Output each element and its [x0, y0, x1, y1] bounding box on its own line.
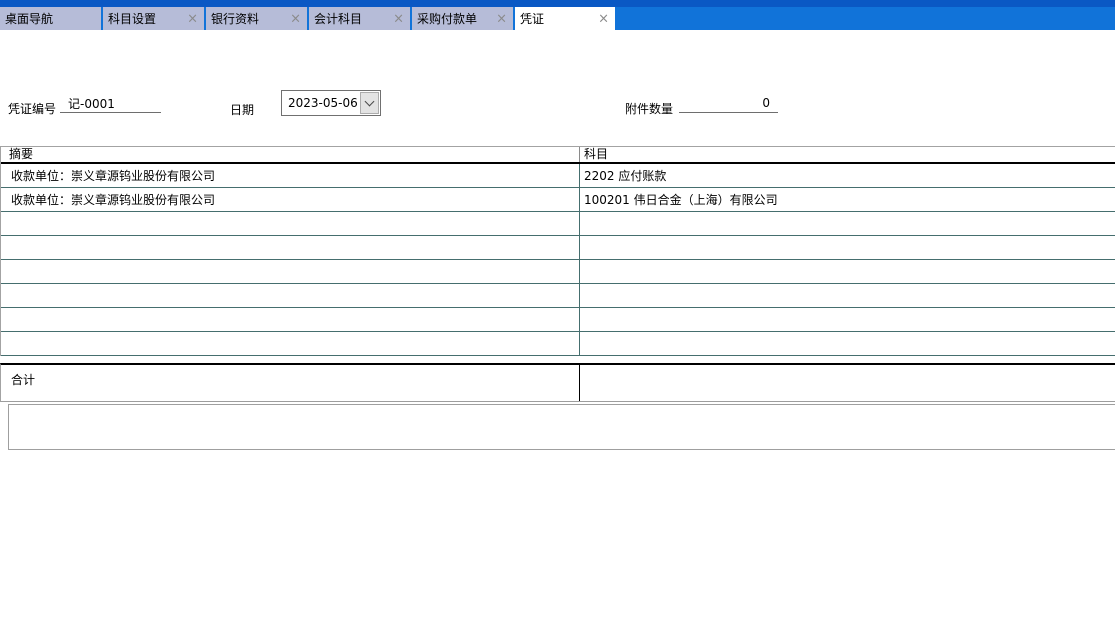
summary-cell[interactable] [1, 212, 580, 235]
summary-cell[interactable] [1, 236, 580, 259]
subject-cell[interactable]: 2202 应付账款 [580, 164, 1115, 187]
voucher-grid: 摘要 科目 收款单位：崇义章源钨业股份有限公司2202 应付账款收款单位：崇义章… [0, 146, 1115, 356]
tab-close-icon[interactable]: × [290, 12, 301, 25]
summary-cell[interactable] [1, 260, 580, 283]
tab-label: 银行资料 [211, 10, 259, 27]
date-label: 日期 [230, 101, 254, 118]
table-row[interactable] [1, 236, 1115, 260]
tab-label: 凭证 [520, 10, 544, 27]
voucher-no-label: 凭证编号 [8, 100, 56, 117]
column-header-subject: 科目 [580, 147, 1115, 162]
attachment-count-label: 附件数量 [625, 100, 673, 117]
tab-label: 桌面导航 [5, 10, 53, 27]
table-row[interactable]: 收款单位：崇义章源钨业股份有限公司2202 应付账款 [1, 164, 1115, 188]
table-row[interactable] [1, 308, 1115, 332]
summary-cell[interactable] [1, 284, 580, 307]
tab-3[interactable]: 银行资料 × [206, 7, 307, 30]
date-combobox[interactable]: 2023-05-06 [281, 90, 381, 116]
voucher-no-input[interactable] [60, 95, 161, 113]
tab-label: 科目设置 [108, 10, 156, 27]
tab-label: 采购付款单 [417, 10, 477, 27]
subject-cell[interactable] [580, 332, 1115, 355]
tab-bar: 桌面导航 科目设置 × 银行资料 × 会计科目 × 采购付款单 × 凭证 × [0, 0, 1115, 30]
summary-cell[interactable] [1, 308, 580, 331]
summary-cell[interactable] [1, 332, 580, 355]
total-value-cell [580, 365, 1115, 401]
attachment-count-input[interactable] [679, 95, 778, 113]
summary-cell[interactable]: 收款单位：崇义章源钨业股份有限公司 [1, 164, 580, 187]
subject-cell[interactable] [580, 212, 1115, 235]
subject-cell[interactable]: 100201 伟日合金（上海）有限公司 [580, 188, 1115, 211]
table-row[interactable] [1, 284, 1115, 308]
date-dropdown-button[interactable] [360, 92, 379, 114]
tab-close-icon[interactable]: × [598, 12, 609, 25]
subject-cell[interactable] [580, 308, 1115, 331]
table-row[interactable] [1, 332, 1115, 356]
chevron-down-icon [365, 96, 375, 106]
grid-header: 摘要 科目 [1, 147, 1115, 164]
table-row[interactable] [1, 260, 1115, 284]
tab-close-icon[interactable]: × [393, 12, 404, 25]
grid-body: 收款单位：崇义章源钨业股份有限公司2202 应付账款收款单位：崇义章源钨业股份有… [1, 164, 1115, 356]
footer-panel [8, 404, 1115, 450]
voucher-screen: 桌面导航 科目设置 × 银行资料 × 会计科目 × 采购付款单 × 凭证 × 凭证编号 日期 202… [0, 0, 1115, 624]
date-value: 2023-05-06 [282, 96, 359, 110]
subject-cell[interactable] [580, 260, 1115, 283]
tab-close-icon[interactable]: × [187, 12, 198, 25]
subject-cell[interactable] [580, 284, 1115, 307]
total-row: 合计 [0, 363, 1115, 402]
table-row[interactable]: 收款单位：崇义章源钨业股份有限公司100201 伟日合金（上海）有限公司 [1, 188, 1115, 212]
subject-cell[interactable] [580, 236, 1115, 259]
tab-6[interactable]: 凭证 × [515, 7, 615, 30]
tab-label: 会计科目 [314, 10, 362, 27]
column-header-summary: 摘要 [1, 147, 580, 162]
tab-close-icon[interactable]: × [496, 12, 507, 25]
summary-cell[interactable]: 收款单位：崇义章源钨业股份有限公司 [1, 188, 580, 211]
table-row[interactable] [1, 212, 1115, 236]
tab-5[interactable]: 采购付款单 × [412, 7, 513, 30]
total-label: 合计 [1, 365, 580, 401]
tab-1[interactable]: 桌面导航 [0, 7, 101, 30]
tab-2[interactable]: 科目设置 × [103, 7, 204, 30]
tab-4[interactable]: 会计科目 × [309, 7, 410, 30]
